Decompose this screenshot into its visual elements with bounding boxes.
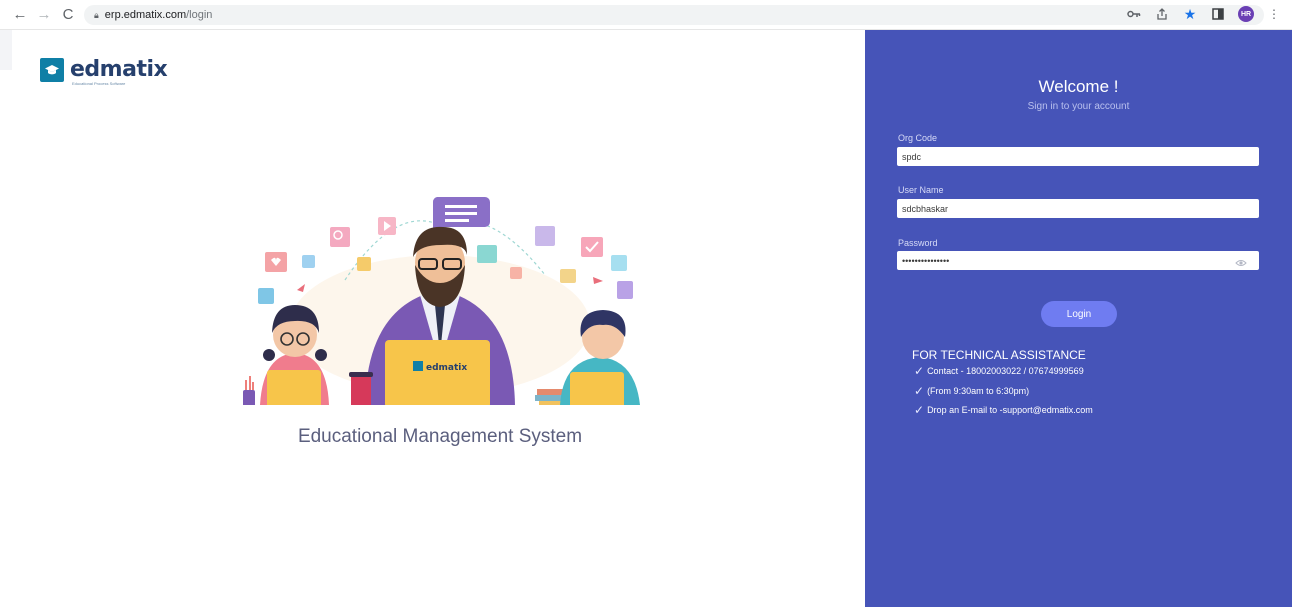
login-button[interactable]: Login — [1041, 301, 1117, 327]
browser-toolbar: ← → C 🔒︎ erp.edmatix.com/login ★ HR ⋮ — [0, 0, 1292, 30]
welcome-heading: Welcome ! — [1038, 77, 1119, 96]
username-label: User Name — [898, 185, 944, 195]
check-icon: ✓ — [914, 384, 925, 398]
left-panel: edmatix Educational Process Software edm… — [0, 30, 865, 607]
lock-icon[interactable]: 🔒︎ — [94, 10, 99, 21]
back-icon[interactable]: ← — [10, 5, 30, 25]
sidepanel-icon[interactable] — [1210, 6, 1226, 22]
password-input[interactable] — [897, 251, 1259, 270]
system-title: Educational Management System — [297, 426, 583, 447]
org-code-label: Org Code — [898, 133, 938, 143]
key-icon[interactable] — [1126, 6, 1142, 22]
password-label: Password — [898, 238, 938, 248]
brand-logo[interactable]: edmatix Educational Process Software — [40, 57, 168, 86]
browser-actions: ★ HR ⋮ — [1126, 6, 1282, 22]
left-edge-strip — [0, 30, 12, 70]
logo-tagline: Educational Process Software — [72, 81, 126, 86]
logo-wordmark: edmatix — [70, 57, 168, 82]
eye-icon[interactable] — [1235, 259, 1247, 269]
assistance-contact: Contact - 18002003022 / 07674999569 — [927, 366, 1084, 376]
url-host: erp.edmatix.com — [104, 9, 187, 21]
profile-avatar[interactable]: HR — [1238, 6, 1254, 22]
star-icon[interactable]: ★ — [1182, 6, 1198, 22]
login-subtitle: Sign in to your account — [1027, 101, 1130, 112]
org-code-input[interactable] — [897, 147, 1259, 166]
laptop-logo-text: edmatix — [426, 363, 467, 373]
address-bar[interactable]: 🔒︎ erp.edmatix.com/login — [84, 5, 1264, 25]
assistance-email: Drop an E-mail to -support@edmatix.com — [927, 405, 1093, 415]
login-panel: Welcome ! Sign in to your account Org Co… — [865, 30, 1292, 607]
username-input[interactable] — [897, 199, 1259, 218]
graduation-cap-icon — [40, 57, 64, 82]
education-illustration: edmatix — [243, 197, 640, 405]
check-icon: ✓ — [914, 403, 925, 417]
check-icon: ✓ — [914, 364, 925, 378]
assistance-item: ✓ Contact - 18002003022 / 07674999569 — [914, 364, 1084, 378]
forward-icon[interactable]: → — [34, 5, 54, 25]
url-path: /login — [186, 9, 213, 21]
menu-icon[interactable]: ⋮ — [1266, 6, 1282, 22]
share-icon[interactable] — [1154, 6, 1170, 22]
assistance-hours: (From 9:30am to 6:30pm) — [927, 386, 1030, 396]
assistance-item: ✓ Drop an E-mail to -support@edmatix.com — [914, 403, 1093, 417]
assistance-title: FOR TECHNICAL ASSISTANCE — [912, 348, 1086, 362]
reload-icon[interactable]: C — [58, 5, 78, 25]
assistance-item: ✓ (From 9:30am to 6:30pm) — [914, 384, 1030, 398]
